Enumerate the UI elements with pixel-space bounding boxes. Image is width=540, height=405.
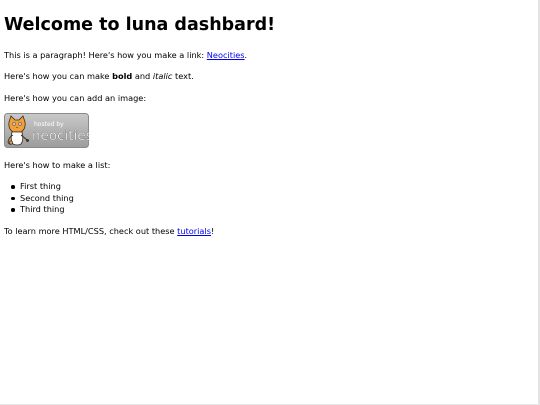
example-list: First thing Second thing Third thing: [4, 181, 74, 216]
paragraph-learn-more: To learn more HTML/CSS, check out these …: [4, 226, 214, 237]
paragraph-learn-more-text: To learn more HTML/CSS, check out these: [4, 226, 178, 236]
paragraph-formatting-suffix: text.: [172, 71, 194, 81]
page-title: Welcome to luna dashbard!: [4, 15, 276, 35]
paragraph-formatting: Here's how you can make bold and italic …: [4, 71, 194, 82]
paragraph-list-intro: Here's how to make a list:: [4, 160, 111, 170]
list-item: First thing: [11, 181, 74, 193]
badge-big-text: neocities: [32, 128, 89, 144]
bold-text: bold: [112, 71, 133, 81]
paragraph-formatting-middle: and: [132, 71, 153, 81]
hosted-by-neocities-badge: hosted by neocities: [4, 113, 93, 150]
list-item: Third thing: [11, 204, 74, 216]
neocities-link[interactable]: Neocities: [207, 50, 245, 60]
badge-small-text: hosted by: [34, 121, 64, 128]
paragraph-link-suffix: .: [244, 50, 248, 60]
list-item: Second thing: [11, 192, 74, 203]
tutorials-link[interactable]: tutorials: [177, 226, 211, 236]
page-content: Welcome to luna dashbard! This is a para…: [4, 0, 524, 236]
neocities-badge-image: hosted by neocities: [4, 113, 93, 148]
paragraph-learn-more-suffix: !: [211, 226, 215, 236]
paragraph-formatting-prefix: Here's how you can make: [4, 71, 113, 81]
paragraph-link-text: This is a paragraph! Here's how you make…: [4, 50, 207, 60]
paragraph-link: This is a paragraph! Here's how you make…: [4, 50, 247, 61]
italic-text: italic: [152, 71, 173, 81]
paragraph-image: Here's how you can add an image:: [4, 93, 147, 103]
